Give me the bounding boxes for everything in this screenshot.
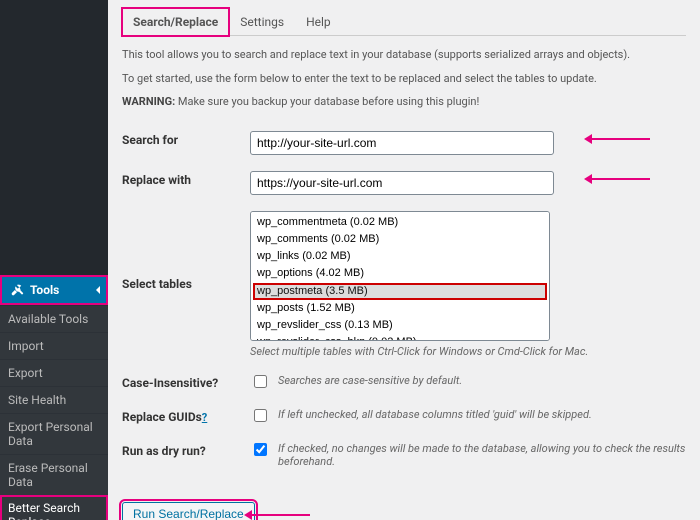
sidebar-item-import[interactable]: Import bbox=[0, 332, 108, 359]
search-for-input[interactable] bbox=[250, 131, 554, 155]
caret-left-icon bbox=[96, 286, 100, 294]
table-option[interactable]: wp_options (4.02 MB) bbox=[253, 265, 547, 282]
sidebar-item-better-search-replace[interactable]: Better Search Replace bbox=[0, 495, 108, 520]
dry-run-hint: If checked, no changes will be made to t… bbox=[278, 442, 686, 468]
annotation-arrow-icon bbox=[590, 178, 650, 180]
main-content: Search/Replace Settings Help This tool a… bbox=[108, 0, 700, 520]
table-option[interactable]: wp_revslider_css (0.13 MB) bbox=[253, 317, 547, 334]
tables-hint: Select multiple tables with Ctrl-Click f… bbox=[250, 345, 686, 358]
table-option[interactable]: wp_posts (1.52 MB) bbox=[253, 300, 547, 317]
replace-with-input[interactable] bbox=[250, 171, 554, 195]
table-option[interactable]: wp_commentmeta (0.02 MB) bbox=[253, 214, 547, 231]
intro-line-1: This tool allows you to search and repla… bbox=[122, 46, 686, 64]
label-select-tables: Select tables bbox=[122, 203, 250, 366]
intro-text: This tool allows you to search and repla… bbox=[122, 46, 686, 111]
admin-sidebar: Tools Available Tools Import Export Site… bbox=[0, 0, 108, 520]
dry-run-checkbox[interactable] bbox=[254, 443, 267, 456]
wrench-icon bbox=[10, 283, 24, 297]
table-option[interactable]: wp_comments (0.02 MB) bbox=[253, 231, 547, 248]
run-search-replace-button[interactable]: Run Search/Replace bbox=[122, 502, 255, 520]
warning-label: WARNING: bbox=[122, 95, 175, 108]
sidebar-item-export[interactable]: Export bbox=[0, 359, 108, 386]
table-option[interactable]: wp_revslider_css_bkp (0.02 MB) bbox=[253, 334, 547, 341]
intro-line-2: To get started, use the form below to en… bbox=[122, 70, 686, 88]
annotation-arrow-icon bbox=[250, 514, 310, 516]
table-option[interactable]: wp_links (0.02 MB) bbox=[253, 248, 547, 265]
sidebar-item-export-personal[interactable]: Export Personal Data bbox=[0, 413, 108, 454]
select-tables[interactable]: wp_commentmeta (0.02 MB) wp_comments (0.… bbox=[250, 211, 550, 341]
annotation-arrow-icon bbox=[590, 138, 650, 140]
label-dry-run: Run as dry run? bbox=[122, 434, 250, 476]
sidebar-item-erase-personal[interactable]: Erase Personal Data bbox=[0, 454, 108, 495]
sidebar-tools-header[interactable]: Tools bbox=[0, 275, 108, 305]
case-insensitive-checkbox[interactable] bbox=[254, 375, 267, 388]
tab-help[interactable]: Help bbox=[295, 8, 342, 36]
label-replace-with: Replace with bbox=[122, 163, 250, 203]
warning-text: Make sure you backup your database befor… bbox=[175, 95, 479, 108]
tab-search-replace[interactable]: Search/Replace bbox=[122, 8, 229, 36]
table-option-postmeta[interactable]: wp_postmeta (3.5 MB) bbox=[253, 283, 547, 300]
sidebar-item-site-health[interactable]: Site Health bbox=[0, 386, 108, 413]
tab-settings[interactable]: Settings bbox=[229, 8, 295, 36]
tab-bar: Search/Replace Settings Help bbox=[122, 8, 686, 36]
guid-help-link[interactable]: ? bbox=[202, 411, 207, 424]
replace-guids-checkbox[interactable] bbox=[254, 409, 267, 422]
case-hint: Searches are case-sensitive by default. bbox=[278, 374, 462, 387]
sidebar-tools-label: Tools bbox=[30, 283, 59, 297]
sidebar-item-available-tools[interactable]: Available Tools bbox=[0, 305, 108, 332]
label-search-for: Search for bbox=[122, 123, 250, 163]
guid-hint: If left unchecked, all database columns … bbox=[278, 408, 592, 421]
label-guid: Replace GUIDs? bbox=[122, 400, 250, 434]
label-case: Case-Insensitive? bbox=[122, 366, 250, 400]
